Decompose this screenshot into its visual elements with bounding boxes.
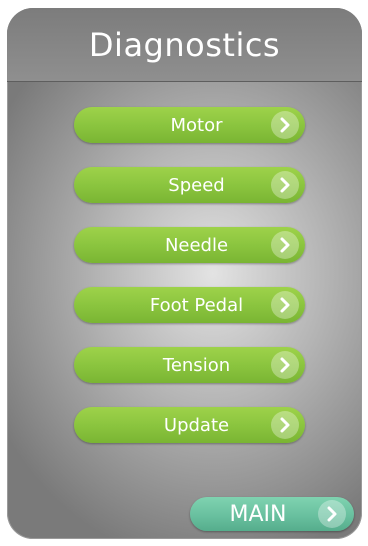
- chevron-right-icon: [271, 291, 299, 319]
- chevron-right-icon: [271, 111, 299, 139]
- motor-button[interactable]: Motor: [74, 107, 305, 143]
- update-button[interactable]: Update: [74, 407, 305, 443]
- chevron-right-icon: [318, 500, 346, 528]
- diagnostics-screen: Diagnostics Motor Speed Needle Foot Peda…: [7, 8, 362, 539]
- title-bar: Diagnostics: [7, 8, 362, 82]
- foot-pedal-button[interactable]: Foot Pedal: [74, 287, 305, 323]
- chevron-right-icon: [271, 171, 299, 199]
- needle-button[interactable]: Needle: [74, 227, 305, 263]
- main-button[interactable]: MAIN: [190, 497, 354, 531]
- page-title: Diagnostics: [88, 25, 281, 64]
- chevron-right-icon: [271, 411, 299, 439]
- diagnostics-menu: Motor Speed Needle Foot Pedal Tension Up…: [74, 107, 305, 467]
- tension-button[interactable]: Tension: [74, 347, 305, 383]
- speed-button[interactable]: Speed: [74, 167, 305, 203]
- chevron-right-icon: [271, 231, 299, 259]
- chevron-right-icon: [271, 351, 299, 379]
